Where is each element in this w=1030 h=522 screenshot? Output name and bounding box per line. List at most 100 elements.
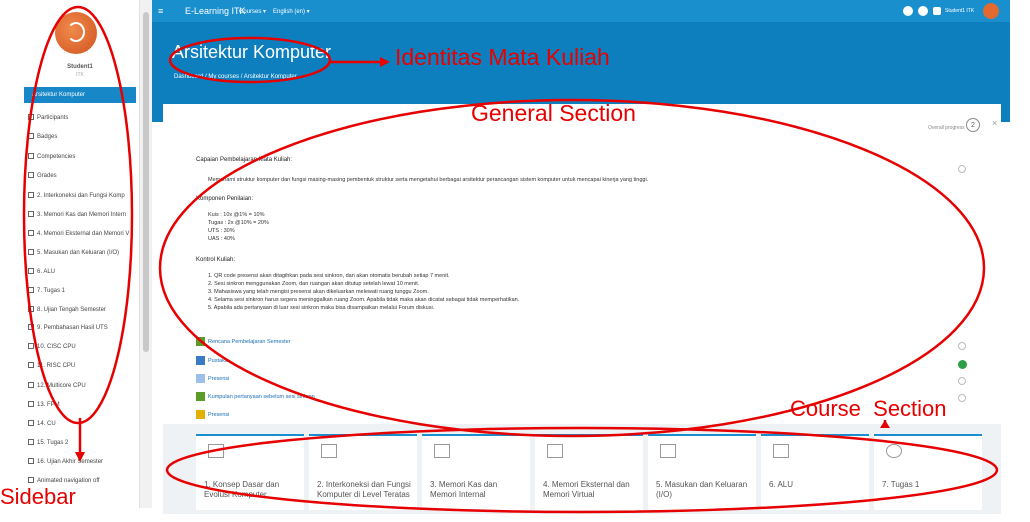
section-icon bbox=[321, 444, 337, 458]
course-tile[interactable]: 5. Masukan dan Keluaran (I/O) bbox=[648, 434, 756, 510]
sidebar-item[interactable]: Participants bbox=[28, 114, 68, 121]
toggle-icon[interactable] bbox=[933, 7, 941, 15]
folder-icon bbox=[28, 268, 34, 274]
course-tile[interactable]: 6. ALU bbox=[761, 434, 869, 510]
sidebar-item[interactable]: Badges bbox=[28, 133, 57, 140]
sidebar-item[interactable]: 11. RISC CPU bbox=[28, 362, 75, 369]
sidebar-item[interactable]: 8. Ujian Tengah Semester bbox=[28, 306, 106, 313]
section-icon bbox=[208, 444, 224, 458]
komponen-item: UAS : 40% bbox=[208, 236, 235, 242]
kontrol-item: 4. Selama sesi sinkron harus segera meni… bbox=[208, 297, 520, 303]
folder-icon bbox=[28, 306, 34, 312]
sidebar-item[interactable]: 3. Memori Kas dan Memori Intern bbox=[28, 211, 126, 218]
sidebar-item[interactable]: 14. CU bbox=[28, 420, 56, 427]
section-icon bbox=[547, 444, 563, 458]
capaian-text: Memahami struktur komputer dan fungsi ma… bbox=[208, 177, 649, 183]
user-avatar[interactable] bbox=[983, 3, 999, 19]
kontrol-heading: Kontrol Kuliah: bbox=[196, 257, 236, 263]
kontrol-item: 1. QR code presensi akan ditagihkan pada… bbox=[208, 273, 450, 279]
history-icon bbox=[886, 444, 902, 458]
badge-icon bbox=[28, 133, 34, 139]
komponen-item: Kuis : 10x @1% = 10% bbox=[208, 212, 265, 218]
folder-icon bbox=[28, 192, 34, 198]
folder-icon bbox=[28, 287, 34, 293]
folder-icon bbox=[28, 420, 34, 426]
user-menu[interactable]: Student1 ITK bbox=[945, 8, 974, 14]
sidebar-item[interactable]: 12. Multicore CPU bbox=[28, 382, 86, 389]
sidebar-user-name: Student1 bbox=[67, 64, 93, 70]
completion-circle-icon[interactable] bbox=[958, 377, 966, 385]
breadcrumb[interactable]: Dashboard / My courses / Arsitektur Komp… bbox=[174, 74, 297, 80]
komponen-item: UTS : 30% bbox=[208, 228, 235, 234]
folder-icon bbox=[28, 324, 34, 330]
participants-icon bbox=[28, 114, 34, 120]
courses-menu[interactable]: Courses ▾ bbox=[239, 8, 266, 15]
activity-link[interactable]: Rencana Pembelajaran Semester bbox=[208, 339, 291, 345]
message-icon[interactable] bbox=[918, 6, 928, 16]
sidebar-item[interactable]: 6. ALU bbox=[28, 268, 55, 275]
komponen-item: Tugas : 2x @10% = 20% bbox=[208, 220, 269, 226]
sidebar-item[interactable]: 10. CISC CPU bbox=[28, 343, 76, 350]
sidebar-scroll-thumb[interactable] bbox=[143, 12, 149, 352]
close-icon[interactable]: × bbox=[992, 118, 997, 128]
course-tile[interactable]: 4. Memori Eksternal dan Memori Virtual bbox=[535, 434, 643, 510]
sidebar-item[interactable]: 2. Interkoneksi dan Fungsi Komp bbox=[28, 192, 125, 199]
book-icon bbox=[196, 337, 205, 346]
notification-icon[interactable] bbox=[903, 6, 913, 16]
activity-link[interactable]: Pustaka bbox=[208, 358, 228, 364]
sidebar-item[interactable]: 4. Memori Eksternal dan Memori V bbox=[28, 230, 129, 237]
folder-icon bbox=[28, 362, 34, 368]
completion-circle-icon[interactable] bbox=[958, 342, 966, 350]
annotation-course: Course Section bbox=[790, 396, 947, 421]
general-section-card bbox=[163, 104, 1001, 424]
folder-icon bbox=[28, 230, 34, 236]
course-tile[interactable]: 2. Interkoneksi dan Fungsi Komputer di L… bbox=[309, 434, 417, 510]
completion-circle-icon[interactable] bbox=[958, 394, 966, 402]
sidebar-item[interactable]: 13. FPM bbox=[28, 401, 60, 408]
sidebar-item[interactable]: 15. Tugas 2 bbox=[28, 439, 68, 446]
grid-icon bbox=[28, 172, 34, 178]
section-icon bbox=[434, 444, 450, 458]
language-menu[interactable]: English (en) ▾ bbox=[273, 8, 310, 15]
sidebar-user-sub: ITK bbox=[76, 72, 84, 78]
folder-icon bbox=[28, 401, 34, 407]
course-tile[interactable]: 7. Tugas 1 bbox=[874, 434, 982, 510]
avatar[interactable] bbox=[55, 12, 97, 54]
kontrol-item: 3. Mahasiswa yang telah mengisi presensi… bbox=[208, 289, 429, 295]
section-icon bbox=[773, 444, 789, 458]
kontrol-item: 2. Sesi sinkron menggunakan Zoom, dan ru… bbox=[208, 281, 420, 287]
folder-icon bbox=[28, 211, 34, 217]
sidebar-item[interactable]: 16. Ujian Akhir Semester bbox=[28, 458, 103, 465]
course-tile[interactable]: 3. Memori Kas dan Memori Internal bbox=[422, 434, 530, 510]
course-tile[interactable]: 1. Konsep Dasar dan Evolusi Komputer bbox=[196, 434, 304, 510]
folder-icon bbox=[28, 343, 34, 349]
folder-icon bbox=[196, 356, 205, 365]
folder-icon bbox=[28, 458, 34, 464]
sidebar-item-active[interactable]: Arsitektur Komputer bbox=[24, 87, 136, 103]
sidebar-item[interactable]: 5. Masukan dan Keluaran (I/O) bbox=[28, 249, 119, 256]
progress-label: Overall progress bbox=[928, 125, 965, 131]
toggle-icon bbox=[28, 477, 34, 483]
activity-link[interactable]: Presensi bbox=[208, 412, 229, 418]
file-icon bbox=[196, 374, 205, 383]
menu-icon[interactable]: ≡ bbox=[158, 6, 163, 16]
feedback-icon bbox=[196, 392, 205, 401]
annotation-identitas: Identitas Mata Kuliah bbox=[395, 44, 610, 70]
checkbox-icon bbox=[28, 153, 34, 159]
sidebar-item[interactable]: Grades bbox=[28, 172, 57, 179]
kontrol-item: 5. Apabila ada pertanyaan di luar sesi s… bbox=[208, 305, 435, 311]
sidebar-item[interactable]: 9. Pembahasan Hasil UTS bbox=[28, 324, 108, 331]
folder-icon bbox=[28, 439, 34, 445]
sidebar-item[interactable]: Animated navigation off bbox=[28, 477, 100, 484]
site-brand[interactable]: E-Learning ITK bbox=[185, 6, 246, 16]
activity-link[interactable]: Kumpulan pertanyaan sebelum sesi sinkron bbox=[208, 394, 315, 400]
annotation-sidebar: Sidebar bbox=[0, 484, 76, 509]
activity-link[interactable]: Presensi bbox=[208, 376, 229, 382]
sidebar-item[interactable]: 7. Tugas 1 bbox=[28, 287, 65, 294]
annotation-general: General Section bbox=[471, 100, 636, 126]
sidebar-item[interactable]: Competencies bbox=[28, 153, 75, 160]
completion-circle-icon[interactable] bbox=[958, 165, 966, 173]
folder-icon bbox=[28, 249, 34, 255]
page-title: Arsitektur Komputer bbox=[172, 42, 332, 62]
completion-check-icon[interactable] bbox=[958, 360, 967, 369]
